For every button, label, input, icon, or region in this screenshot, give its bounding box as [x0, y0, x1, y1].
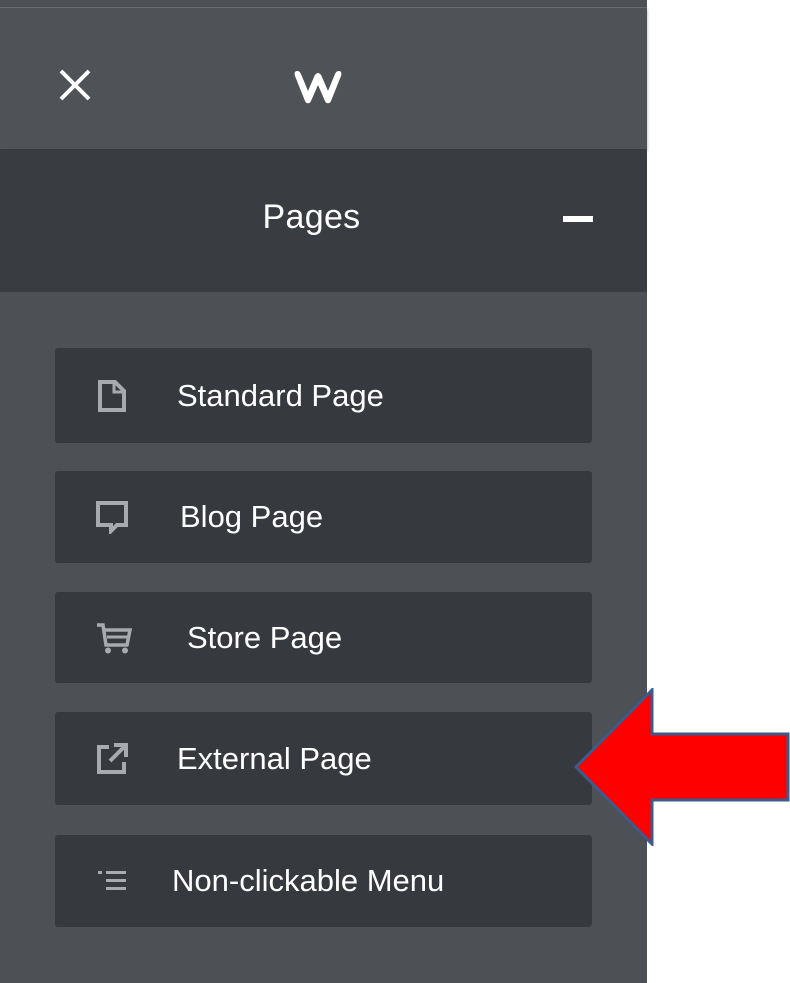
external-page-button[interactable]: External Page: [55, 712, 592, 805]
menu-list-icon: [95, 864, 129, 898]
collapse-button[interactable]: [563, 210, 593, 228]
external-link-icon: [95, 742, 129, 776]
panel-top-bar: [0, 7, 647, 149]
minus-icon: [563, 216, 593, 222]
page-type-panel: Pages Standard Page Blog Page Store Page…: [0, 0, 647, 983]
chat-bubble-icon: [95, 500, 129, 536]
blog-page-button[interactable]: Blog Page: [55, 471, 592, 563]
blog-page-label: Blog Page: [180, 499, 324, 534]
store-page-button[interactable]: Store Page: [55, 592, 592, 683]
store-page-label: Store Page: [187, 619, 343, 655]
document-icon: [95, 379, 129, 413]
section-title: Pages: [262, 198, 361, 236]
non-clickable-menu-label: Non-clickable Menu: [172, 863, 445, 898]
weebly-logo-icon: [285, 63, 355, 109]
close-icon: [59, 69, 91, 101]
external-page-label: External Page: [177, 740, 372, 776]
standard-page-button[interactable]: Standard Page: [55, 348, 592, 443]
standard-page-label: Standard Page: [177, 377, 384, 413]
non-clickable-menu-button[interactable]: Non-clickable Menu: [55, 835, 592, 927]
red-arrow-annotation: [573, 688, 790, 846]
cart-icon: [95, 621, 133, 655]
close-button[interactable]: [52, 62, 98, 108]
